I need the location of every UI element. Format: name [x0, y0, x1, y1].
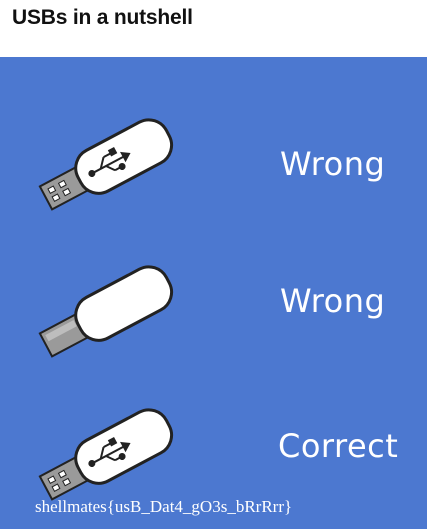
usb-drive-with-symbol-up-icon	[38, 118, 174, 211]
meme-title: USBs in a nutshell	[12, 6, 193, 29]
meme-row-1: Wrong	[0, 115, 427, 225]
verdict-label-3: Correct	[278, 427, 399, 465]
usb-drive-plain-flipped-icon	[38, 265, 174, 358]
verdict-label-1: Wrong	[280, 145, 386, 183]
meme-row-2: Wrong	[0, 262, 427, 372]
verdict-label-2: Wrong	[280, 282, 386, 320]
usb-drive-with-symbol-up-icon	[38, 408, 174, 501]
overlay-flag-text: shellmates{usB_Dat4_gO3s_bRrRrr}	[35, 497, 293, 516]
header-bar: USBs in a nutshell	[0, 0, 427, 55]
